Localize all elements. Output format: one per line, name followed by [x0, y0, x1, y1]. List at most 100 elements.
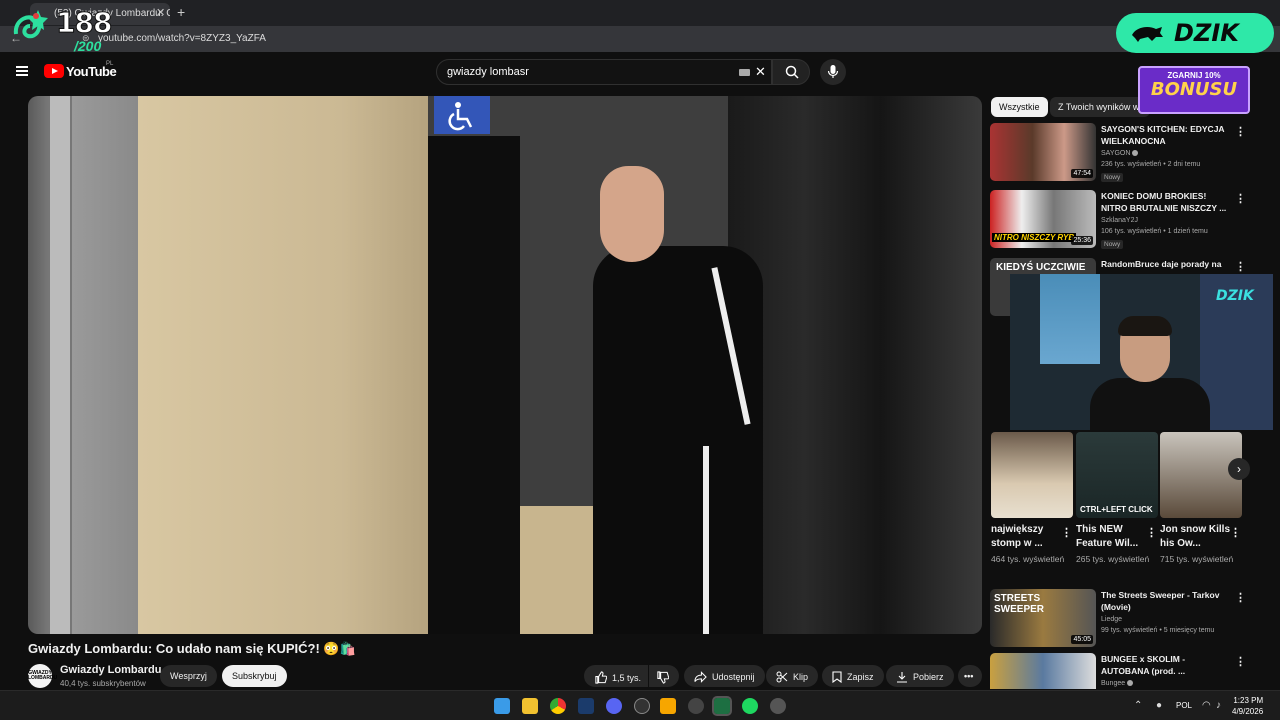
recommendation-item[interactable]: BUNGEE x SKOLIM - AUTOBANA (prod. ... Bu…	[990, 653, 1250, 689]
short-title[interactable]: This NEW Feature Wil...	[1076, 523, 1146, 551]
like-button[interactable]: 1,5 tys.	[584, 665, 648, 687]
search-button[interactable]	[772, 59, 810, 85]
dislike-button[interactable]	[649, 665, 679, 687]
recommendation-channel[interactable]: SAYGON	[1101, 150, 1139, 157]
thumbnail-caption: CTRL+LEFT CLICK	[1080, 505, 1153, 514]
mic-icon	[827, 65, 839, 78]
new-badge: Nowy	[1101, 240, 1124, 249]
chip-all[interactable]: Wszystkie	[991, 97, 1048, 117]
more-options-icon[interactable]: ⋮	[1230, 526, 1241, 539]
steam-icon[interactable]	[578, 698, 594, 714]
channel-name[interactable]: Gwiazdy Lombardu	[60, 664, 161, 676]
obs-icon[interactable]	[634, 698, 650, 714]
share-label: Udostępnij	[712, 672, 755, 682]
more-options-icon[interactable]: ⋮	[1146, 526, 1157, 539]
search-box[interactable]: gwiazdy lombasr ✕	[436, 59, 772, 85]
recommendation-title[interactable]: SAYGON'S KITCHEN: EDYCJA WIELKANOCNA	[1101, 123, 1231, 147]
short-title[interactable]: Jon snow Kills his Ow...	[1160, 523, 1230, 551]
video-thumbnail[interactable]: STREETS SWEEPER 45:05	[990, 589, 1096, 647]
webcam-person-body	[1090, 378, 1210, 430]
clock-date: 4/9/2026	[1232, 707, 1264, 716]
short-item[interactable]: Jon snow Kills his Ow... 715 tys. wyświe…	[1160, 432, 1242, 566]
more-actions-button[interactable]: •••	[958, 665, 982, 687]
excel-icon[interactable]	[712, 696, 732, 716]
save-button[interactable]: Zapisz	[822, 665, 884, 687]
recommendation-channel[interactable]: SzklanaY2J	[1101, 217, 1138, 224]
video-frame-wall	[138, 96, 428, 634]
shorts-next-button[interactable]: ›	[1228, 458, 1250, 480]
channel-avatar[interactable]: GWIAZDY LOMBARDU	[28, 664, 57, 688]
video-player[interactable]	[28, 96, 982, 634]
video-duration: 47:54	[1071, 169, 1093, 178]
volume-icon[interactable]: ♪	[1216, 700, 1221, 711]
recommendation-title[interactable]: The Streets Sweeper - Tarkov (Movie)	[1101, 589, 1231, 613]
subscribe-button[interactable]: Subskrybuj	[222, 665, 287, 687]
recommendation-channel[interactable]: Bungee	[1101, 680, 1134, 687]
file-explorer-icon[interactable]	[522, 698, 538, 714]
more-options-icon[interactable]: ⋮	[1235, 655, 1246, 668]
video-frame-curtain	[428, 136, 520, 634]
recommendation-item[interactable]: 47:54 SAYGON'S KITCHEN: EDYCJA WIELKANOC…	[990, 123, 1250, 185]
video-thumbnail[interactable]: 47:54	[990, 123, 1096, 181]
recommendation-item[interactable]: NITRO NISZCZY RYB 25:36 KONIEC DOMU BROK…	[990, 190, 1250, 252]
recommendation-title[interactable]: RandomBruce daje porady na	[1101, 258, 1231, 270]
app-icon[interactable]	[688, 698, 704, 714]
recommendation-meta: 99 tys. wyświetleń • 5 miesięcy temu	[1101, 627, 1215, 634]
app-icon[interactable]	[770, 698, 786, 714]
more-options-icon[interactable]: ⋮	[1061, 526, 1072, 539]
short-item[interactable]: CTRL+LEFT CLICK This NEW Feature Wil... …	[1076, 432, 1158, 566]
url-field[interactable]: youtube.com/watch?v=8ZYZ3_YaZFA	[98, 33, 266, 44]
search-icon	[785, 65, 799, 79]
chip-from-your-search[interactable]: Z Twoich wyników w	[1050, 97, 1150, 117]
thumbnail-caption: KIEDYŚ UCZCIWIE	[996, 262, 1086, 273]
more-options-icon[interactable]: ⋮	[1235, 260, 1246, 273]
input-language[interactable]: POL	[1176, 701, 1192, 710]
short-thumbnail[interactable]	[991, 432, 1073, 518]
more-options-icon[interactable]: ⋮	[1235, 125, 1246, 138]
start-icon[interactable]	[494, 698, 510, 714]
short-thumbnail[interactable]: CTRL+LEFT CLICK	[1076, 432, 1158, 518]
keyboard-icon[interactable]	[739, 69, 750, 76]
channel-label: Bungee	[1101, 680, 1126, 687]
dzik-badge-label: DZIK	[1174, 19, 1239, 47]
verified-icon	[1132, 150, 1139, 157]
recommendation-title[interactable]: BUNGEE x SKOLIM - AUTOBANA (prod. ...	[1101, 653, 1231, 677]
video-thumbnail[interactable]: NITRO NISZCZY RYB 25:36	[990, 190, 1096, 248]
tray-chevron-icon[interactable]: ⌃	[1134, 700, 1142, 711]
short-item[interactable]: największy stomp w ... 464 tys. wyświetl…	[991, 432, 1073, 566]
tray-mic-icon[interactable]: ●	[1156, 700, 1162, 711]
recommendation-channel[interactable]: Liedge	[1101, 616, 1122, 623]
voice-search-button[interactable]	[820, 59, 846, 85]
chrome-icon[interactable]	[550, 698, 566, 714]
video-thumbnail[interactable]	[990, 653, 1096, 689]
new-badge: Nowy	[1101, 173, 1124, 182]
clock[interactable]: 1:23 PM 4/9/2026	[1232, 695, 1263, 717]
spotify-icon[interactable]	[742, 698, 758, 714]
recommendation-title[interactable]: KONIEC DOMU BROKIES! NITRO BRUTALNIE NIS…	[1101, 190, 1231, 214]
download-label: Pobierz	[913, 672, 944, 682]
youtube-country-code: PL	[106, 61, 114, 67]
share-button[interactable]: Udostępnij	[684, 665, 765, 687]
clear-search-icon[interactable]: ✕	[755, 64, 766, 80]
download-button[interactable]: Pobierz	[886, 665, 954, 687]
short-views: 265 tys. wyświetleń	[1076, 554, 1150, 564]
menu-icon[interactable]	[16, 66, 28, 76]
app-icon[interactable]	[660, 698, 676, 714]
bonus-promo-banner[interactable]: ZGARNIJ 10% BONUSU	[1138, 66, 1250, 114]
new-tab-icon[interactable]: +	[177, 4, 185, 20]
search-input[interactable]: gwiazdy lombasr	[447, 66, 529, 78]
clip-button[interactable]: Klip	[766, 665, 819, 687]
overlay-counter-total: /200	[74, 38, 102, 54]
wifi-icon[interactable]: ◠	[1202, 700, 1211, 711]
recommendation-item[interactable]: STREETS SWEEPER 45:05 The Streets Sweepe…	[990, 589, 1250, 651]
tab-close-icon[interactable]: ✕	[156, 6, 165, 19]
short-title[interactable]: największy stomp w ...	[991, 523, 1061, 551]
discord-icon[interactable]	[606, 698, 622, 714]
boar-icon	[1132, 27, 1163, 42]
support-button[interactable]: Wesprzyj	[160, 665, 217, 687]
more-options-icon[interactable]: ⋮	[1235, 192, 1246, 205]
address-bar: ← ⊜ youtube.com/watch?v=8ZYZ3_YaZFA	[0, 26, 1280, 52]
like-count: 1,5 tys.	[612, 673, 642, 683]
more-options-icon[interactable]: ⋮	[1235, 591, 1246, 604]
youtube-logo-icon[interactable]	[44, 64, 64, 78]
